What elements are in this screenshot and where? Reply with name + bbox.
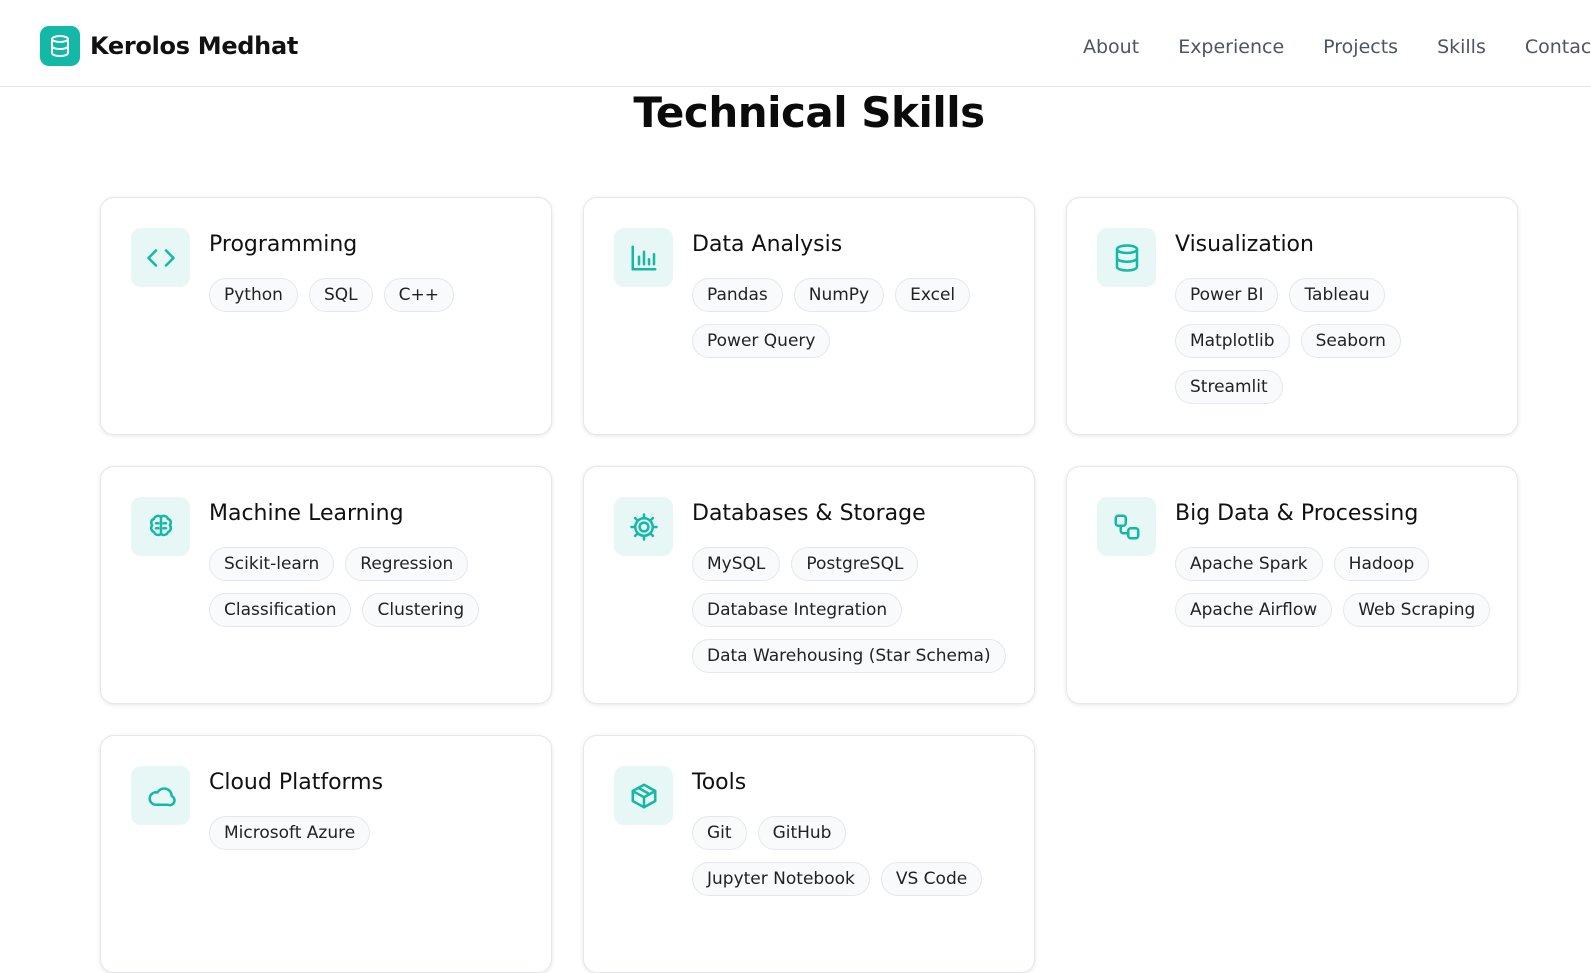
tag-list: MySQL PostgreSQL Database Integration Da… [692, 547, 1022, 685]
skill-tag: Matplotlib [1175, 324, 1290, 358]
card-title: Programming [209, 232, 358, 257]
card-title: Tools [692, 770, 747, 795]
skill-tag: GitHub [757, 816, 847, 850]
skill-tag: Classification [209, 593, 352, 627]
skill-tag: Hadoop [1333, 547, 1430, 581]
skill-tag: Clustering [362, 593, 480, 627]
tag-list: Power BI Tableau Matplotlib Seaborn Stre… [1175, 278, 1505, 416]
skill-tag: Jupyter Notebook [692, 862, 870, 896]
card-title: Databases & Storage [692, 501, 926, 526]
tag-list: Apache Spark Hadoop Apache Airflow Web S… [1175, 547, 1505, 639]
main-nav: About Experience Projects Skills Contac [1083, 36, 1591, 58]
skill-tag: Scikit-learn [209, 547, 335, 581]
skill-tag: Web Scraping [1343, 593, 1491, 627]
skill-tag: Seaborn [1300, 324, 1401, 358]
skill-tag: Git [692, 816, 747, 850]
skill-tag: NumPy [793, 278, 885, 312]
nav-skills[interactable]: Skills [1437, 36, 1486, 58]
skill-tag: Python [209, 278, 298, 312]
skill-card-data-analysis: Data Analysis Pandas NumPy Excel Power Q… [583, 197, 1035, 435]
skill-tag: Database Integration [692, 593, 903, 627]
tag-list: Python SQL C++ [209, 278, 539, 324]
cloud-icon [131, 766, 190, 825]
skill-card-tools: Tools Git GitHub Jupyter Notebook VS Cod… [583, 735, 1035, 973]
skill-card-programming: Programming Python SQL C++ [100, 197, 552, 435]
skill-card-big-data: Big Data & Processing Apache Spark Hadoo… [1066, 466, 1518, 704]
nav-projects[interactable]: Projects [1323, 36, 1398, 58]
code-icon [131, 228, 190, 287]
skill-card-visualization: Visualization Power BI Tableau Matplotli… [1066, 197, 1518, 435]
skill-card-cloud-platforms: Cloud Platforms Microsoft Azure [100, 735, 552, 973]
skill-tag: Tableau [1289, 278, 1385, 312]
brand-name: Kerolos Medhat [90, 32, 299, 60]
skill-tag: Excel [895, 278, 971, 312]
tag-list: Microsoft Azure [209, 816, 539, 862]
workflow-icon [1097, 497, 1156, 556]
skill-card-machine-learning: Machine Learning Scikit-learn Regression… [100, 466, 552, 704]
skill-tag: Power BI [1175, 278, 1279, 312]
skill-tag: MySQL [692, 547, 781, 581]
card-title: Data Analysis [692, 232, 843, 257]
gear-icon [614, 497, 673, 556]
skill-tag: Apache Airflow [1175, 593, 1333, 627]
nav-about[interactable]: About [1083, 36, 1139, 58]
card-title: Big Data & Processing [1175, 501, 1419, 526]
skill-tag: Pandas [692, 278, 783, 312]
skill-tag: Microsoft Azure [209, 816, 371, 850]
brand[interactable]: Kerolos Medhat [40, 26, 298, 66]
card-title: Machine Learning [209, 501, 404, 526]
skill-tag: Power Query [692, 324, 831, 358]
nav-contact[interactable]: Contac [1525, 36, 1591, 58]
tag-list: Pandas NumPy Excel Power Query [692, 278, 1022, 370]
skill-tag: Apache Spark [1175, 547, 1323, 581]
database-icon [1097, 228, 1156, 287]
section-title: Technical Skills [633, 88, 985, 137]
bar-chart-icon [614, 228, 673, 287]
card-title: Visualization [1175, 232, 1314, 257]
skill-tag: Streamlit [1175, 370, 1283, 404]
tag-list: Scikit-learn Regression Classification C… [209, 547, 539, 639]
skill-tag: Regression [345, 547, 469, 581]
brain-icon [131, 497, 190, 556]
skill-tag: SQL [308, 278, 373, 312]
skill-tag: PostgreSQL [791, 547, 919, 581]
tag-list: Git GitHub Jupyter Notebook VS Code [692, 816, 1022, 908]
site-header: Kerolos Medhat About Experience Projects… [0, 0, 1591, 87]
package-icon [614, 766, 673, 825]
card-title: Cloud Platforms [209, 770, 384, 795]
nav-experience[interactable]: Experience [1178, 36, 1284, 58]
skill-tag: C++ [383, 278, 454, 312]
skill-tag: VS Code [880, 862, 983, 896]
skill-tag: Data Warehousing (Star Schema) [692, 639, 1006, 673]
database-logo-icon [40, 26, 80, 66]
skill-card-databases-storage: Databases & Storage MySQL PostgreSQL Dat… [583, 466, 1035, 704]
